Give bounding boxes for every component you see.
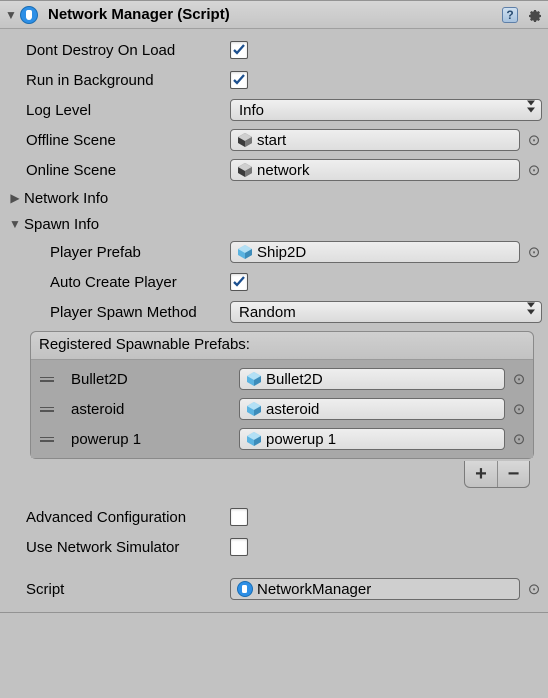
value-online-scene: network: [257, 162, 310, 179]
field-player-prefab[interactable]: Ship2D: [230, 241, 520, 263]
row-auto-create: Auto Create Player: [6, 267, 542, 297]
foldout-network-info[interactable]: [8, 191, 22, 205]
drag-handle-icon[interactable]: [37, 407, 57, 412]
spawn-item-field[interactable]: asteroid: [239, 398, 505, 420]
spawn-item-value: Bullet2D: [266, 371, 323, 388]
dropdown-log-level[interactable]: Info: [230, 99, 542, 121]
checkbox-run-bg[interactable]: [230, 71, 248, 89]
label-advanced-config: Advanced Configuration: [6, 509, 230, 526]
row-advanced-config: Advanced Configuration: [6, 502, 542, 532]
field-offline-scene[interactable]: start: [230, 129, 520, 151]
label-spawn-info: Spawn Info: [24, 216, 99, 233]
spawn-item-value: asteroid: [266, 401, 319, 418]
scene-icon: [237, 132, 253, 148]
row-spawn-method: Player Spawn Method Random: [6, 297, 542, 327]
drag-handle-icon[interactable]: [37, 437, 57, 442]
label-auto-create: Auto Create Player: [6, 274, 230, 291]
value-script: NetworkManager: [257, 581, 371, 598]
component-title: Network Manager (Script): [48, 6, 496, 23]
checkbox-simulator[interactable]: [230, 538, 248, 556]
list-buttons: + −: [464, 461, 530, 488]
spawn-list-body: Bullet2D Bullet2D asteroid asteroid powe…: [31, 360, 533, 458]
label-network-info: Network Info: [24, 190, 108, 207]
picker-offline-scene[interactable]: [526, 132, 542, 148]
label-spawn-method: Player Spawn Method: [6, 304, 230, 321]
spawn-item-value: powerup 1: [266, 431, 336, 448]
foldout-spawn-info[interactable]: [8, 217, 22, 231]
spawn-item-field[interactable]: Bullet2D: [239, 368, 505, 390]
scene-icon: [237, 162, 253, 178]
gear-icon[interactable]: [524, 5, 544, 25]
prefab-icon: [237, 244, 253, 260]
checkbox-advanced-config[interactable]: [230, 508, 248, 526]
row-offline-scene: Offline Scene start: [6, 125, 542, 155]
label-offline-scene: Offline Scene: [6, 132, 230, 149]
row-run-bg: Run in Background: [6, 65, 542, 95]
component-icon: [20, 6, 38, 24]
prefab-icon: [246, 431, 262, 447]
component-header[interactable]: Network Manager (Script) ?: [0, 1, 548, 29]
picker-spawn-item[interactable]: [511, 401, 527, 417]
spawn-item-name: Bullet2D: [63, 371, 233, 388]
row-simulator: Use Network Simulator: [6, 532, 542, 562]
value-player-prefab: Ship2D: [257, 244, 306, 261]
value-offline-scene: start: [257, 132, 286, 149]
help-icon[interactable]: ?: [500, 5, 520, 25]
label-online-scene: Online Scene: [6, 162, 230, 179]
section-network-info[interactable]: Network Info: [6, 185, 542, 211]
spawn-row: powerup 1 powerup 1: [37, 424, 527, 454]
spawn-item-name: asteroid: [63, 401, 233, 418]
row-dont-destroy: Dont Destroy On Load: [6, 35, 542, 65]
picker-player-prefab[interactable]: [526, 244, 542, 260]
label-log-level: Log Level: [6, 102, 230, 119]
spawnable-prefabs-list: Registered Spawnable Prefabs: Bullet2D B…: [30, 331, 534, 459]
script-icon: [237, 581, 253, 597]
foldout-toggle[interactable]: [4, 8, 18, 22]
remove-button[interactable]: −: [497, 461, 529, 487]
label-script: Script: [6, 581, 230, 598]
component-body: Dont Destroy On Load Run in Background L…: [0, 29, 548, 612]
checkbox-dont-destroy[interactable]: [230, 41, 248, 59]
prefab-icon: [246, 401, 262, 417]
dropdown-spawn-method-value: Random: [239, 304, 296, 321]
prefab-icon: [246, 371, 262, 387]
spawn-row: asteroid asteroid: [37, 394, 527, 424]
dropdown-spawn-method[interactable]: Random: [230, 301, 542, 323]
field-online-scene[interactable]: network: [230, 159, 520, 181]
field-script[interactable]: NetworkManager: [230, 578, 520, 600]
row-online-scene: Online Scene network: [6, 155, 542, 185]
checkbox-auto-create[interactable]: [230, 273, 248, 291]
label-player-prefab: Player Prefab: [6, 244, 230, 261]
section-spawn-info[interactable]: Spawn Info: [6, 211, 542, 237]
spawn-item-field[interactable]: powerup 1: [239, 428, 505, 450]
label-simulator: Use Network Simulator: [6, 539, 230, 556]
label-run-bg: Run in Background: [6, 72, 230, 89]
network-manager-component: Network Manager (Script) ? Dont Destroy …: [0, 0, 548, 613]
label-dont-destroy: Dont Destroy On Load: [6, 42, 230, 59]
picker-spawn-item[interactable]: [511, 371, 527, 387]
row-log-level: Log Level Info: [6, 95, 542, 125]
add-button[interactable]: +: [465, 461, 497, 487]
row-script: Script NetworkManager: [6, 574, 542, 604]
picker-online-scene[interactable]: [526, 162, 542, 178]
picker-script[interactable]: [526, 581, 542, 597]
row-player-prefab: Player Prefab Ship2D: [6, 237, 542, 267]
dropdown-log-level-value: Info: [239, 102, 264, 119]
spawn-list-title: Registered Spawnable Prefabs:: [31, 332, 533, 360]
spawn-row: Bullet2D Bullet2D: [37, 364, 527, 394]
spawn-item-name: powerup 1: [63, 431, 233, 448]
picker-spawn-item[interactable]: [511, 431, 527, 447]
drag-handle-icon[interactable]: [37, 377, 57, 382]
